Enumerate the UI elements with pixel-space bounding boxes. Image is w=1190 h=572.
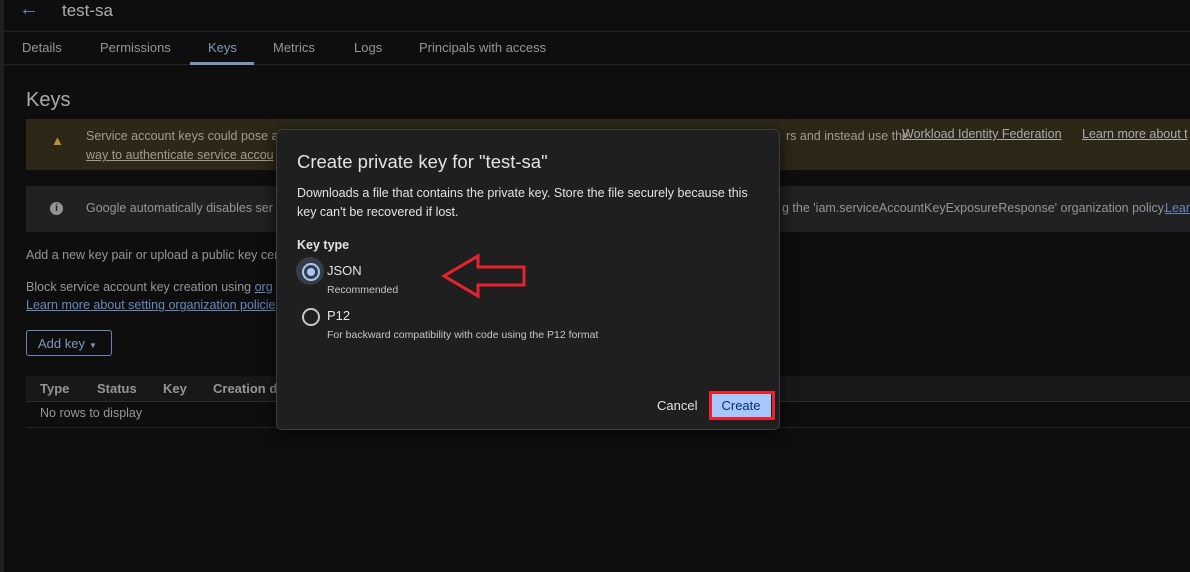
dialog-title: Create private key for "test-sa" [297, 151, 548, 172]
dialog-description: Downloads a file that contains the priva… [297, 186, 748, 219]
annotation-arrow-icon [441, 253, 526, 299]
cancel-button[interactable]: Cancel [657, 398, 697, 413]
option-p12-label[interactable]: P12 [327, 308, 350, 323]
option-p12-sub: For backward compatibility with code usi… [327, 329, 599, 341]
annotation-highlight-box [709, 391, 775, 420]
option-json-label[interactable]: JSON [327, 263, 362, 278]
key-type-label: Key type [297, 238, 350, 252]
radio-p12[interactable] [302, 308, 320, 326]
option-json-sub: Recommended [327, 284, 399, 296]
radio-json[interactable] [302, 263, 320, 281]
